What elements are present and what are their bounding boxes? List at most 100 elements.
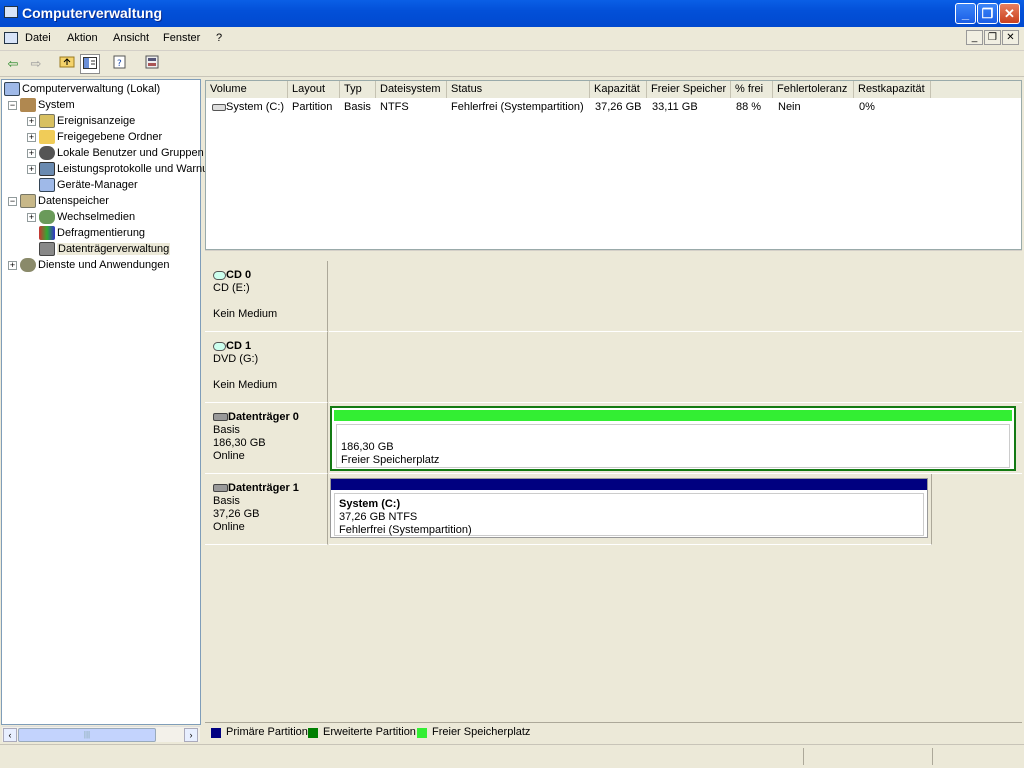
cell-kapazitaet: 37,26 GB	[595, 101, 642, 113]
child-minimize-button[interactable]: _	[966, 30, 983, 45]
tree-horizontal-scrollbar[interactable]: ‹ ||| ›	[2, 726, 200, 742]
col-header-typ[interactable]: Typ	[340, 81, 376, 98]
tree-item-freigegebene-label: Freigegebene Ordner	[57, 131, 163, 143]
tree-item-dienste[interactable]: Dienste und Anwendungen	[20, 257, 170, 273]
disk1-type: Basis	[213, 495, 240, 507]
disk0-free-bar	[334, 410, 1012, 421]
tree-item-wechselmedien-label: Wechselmedien	[57, 211, 136, 223]
console-tree: Computerverwaltung (Lokal) − System + Er…	[1, 79, 233, 725]
collapse-system-icon[interactable]: −	[8, 101, 17, 110]
cd1-name: CD 1	[226, 340, 252, 352]
scroll-left-icon[interactable]: ‹	[3, 728, 17, 742]
maximize-button[interactable]: ❐	[977, 3, 998, 24]
col-header-dateisystem[interactable]: Dateisystem	[376, 81, 447, 98]
tree-item-root[interactable]: Computerverwaltung (Lokal)	[4, 81, 160, 97]
tree-item-freigegebene-ordner[interactable]: Freigegebene Ordner	[39, 129, 162, 145]
tree-item-datenspeicher[interactable]: Datenspeicher	[20, 193, 109, 209]
tree-item-ereignisanzeige-label: Ereignisanzeige	[57, 115, 136, 127]
properties-icon[interactable]: ?	[110, 54, 130, 74]
expand-dienste-icon[interactable]: +	[8, 261, 17, 270]
tree-item-root-label: Computerverwaltung (Lokal)	[22, 83, 161, 95]
status-segment-2	[932, 748, 1022, 765]
dvd-drive-icon	[213, 341, 226, 351]
disk-label-cd1[interactable]: CD 1 DVD (G:) Kein Medium	[205, 332, 328, 403]
tree-item-defrag-label: Defragmentierung	[57, 227, 146, 239]
disk0-area: 186,30 GB Freier Speicherplatz	[329, 403, 1022, 474]
disk1-partition-c[interactable]: System (C:) 37,26 GB NTFS Fehlerfrei (Sy…	[330, 478, 928, 538]
scroll-thumb[interactable]: |||	[18, 728, 156, 742]
tree-item-system[interactable]: System	[20, 97, 75, 113]
forward-icon[interactable]: ⇨	[26, 54, 46, 74]
disk-label-disk0[interactable]: Datenträger 0 Basis 186,30 GB Online	[205, 403, 328, 474]
cell-dateisystem: NTFS	[380, 101, 409, 113]
col-header-prozent-frei[interactable]: % frei	[731, 81, 773, 98]
child-close-button[interactable]: ✕	[1002, 30, 1019, 45]
show-hide-tree-icon[interactable]	[80, 54, 100, 74]
device-manager-icon	[39, 178, 55, 193]
col-header-filler	[931, 81, 1021, 98]
menu-ansicht[interactable]: Ansicht	[113, 32, 149, 44]
disk0-partition-free[interactable]: 186,30 GB Freier Speicherplatz	[330, 406, 1016, 471]
disk1-area: System (C:) 37,26 GB NTFS Fehlerfrei (Sy…	[329, 474, 932, 545]
services-icon	[20, 258, 36, 273]
disk-label-disk1[interactable]: Datenträger 1 Basis 37,26 GB Online	[205, 474, 328, 545]
tree-item-dienste-label: Dienste und Anwendungen	[38, 259, 170, 271]
child-restore-button[interactable]: ❐	[984, 30, 1001, 45]
tree-item-leistungsprotokolle[interactable]: Leistungsprotokolle und Warnungen	[39, 161, 233, 177]
col-header-layout[interactable]: Layout	[288, 81, 340, 98]
expand-wechselmedien-icon[interactable]: +	[27, 213, 36, 222]
tree-item-defragmentierung[interactable]: Defragmentierung	[39, 225, 145, 241]
help-topic-icon[interactable]	[142, 54, 162, 74]
col-header-fehlertoleranz[interactable]: Fehlertoleranz	[773, 81, 854, 98]
cell-layout: Partition	[292, 101, 333, 113]
app-icon	[4, 6, 18, 18]
back-icon[interactable]: ⇦	[3, 54, 23, 74]
col-header-kapazitaet[interactable]: Kapazität	[590, 81, 647, 98]
disk0-name: Datenträger 0	[228, 411, 299, 423]
cd-drive-icon	[213, 270, 226, 280]
disk0-type: Basis	[213, 424, 240, 436]
disk1-part-size: 37,26 GB NTFS	[339, 511, 418, 523]
cell-status: Fehlerfrei (Systempartition)	[451, 101, 584, 113]
menu-fenster[interactable]: Fenster	[163, 32, 200, 44]
disk-graphical-view: CD 0 CD (E:) Kein Medium CD 1 DVD (G:) K…	[205, 258, 1022, 720]
tree-item-datentraeger-label: Datenträgerverwaltung	[57, 243, 171, 255]
tree-item-datentraegerverwaltung[interactable]: Datenträgerverwaltung	[39, 241, 171, 257]
expand-leistung-icon[interactable]: +	[27, 165, 36, 174]
tree-item-lokale-benutzer[interactable]: Lokale Benutzer und Gruppen	[39, 145, 204, 161]
pane-splitter[interactable]	[205, 250, 1022, 258]
cd0-area	[329, 261, 1022, 332]
tree-item-ereignisanzeige[interactable]: Ereignisanzeige	[39, 113, 135, 129]
disk0-size: 186,30 GB	[213, 437, 266, 449]
tree-item-wechselmedien[interactable]: Wechselmedien	[39, 209, 135, 225]
tree-item-geraete-manager[interactable]: Geräte-Manager	[39, 177, 138, 193]
menu-datei[interactable]: Datei	[25, 32, 51, 44]
disk1-state: Online	[213, 521, 245, 533]
legend-extended-swatch	[308, 728, 318, 738]
disk-label-cd0[interactable]: CD 0 CD (E:) Kein Medium	[205, 261, 328, 332]
close-button[interactable]: ✕	[999, 3, 1020, 24]
cell-freier-speicher: 33,11 GB	[652, 101, 698, 113]
expand-freigegebene-icon[interactable]: +	[27, 133, 36, 142]
cell-prozent-frei: 88 %	[736, 101, 762, 113]
col-header-restkapazitaet[interactable]: Restkapazität	[854, 81, 931, 98]
tree-item-datenspeicher-label: Datenspeicher	[38, 195, 109, 207]
disk1-primary-bar	[331, 479, 927, 490]
expand-ereignisanzeige-icon[interactable]: +	[27, 117, 36, 126]
menu-app-icon[interactable]	[4, 32, 18, 44]
collapse-datenspeicher-icon[interactable]: −	[8, 197, 17, 206]
minimize-button[interactable]: _	[955, 3, 976, 24]
cell-restkapazitaet: 0%	[859, 101, 875, 113]
menu-help[interactable]: ?	[216, 32, 222, 44]
up-folder-icon[interactable]	[57, 54, 77, 74]
col-header-status[interactable]: Status	[447, 81, 590, 98]
menu-aktion[interactable]: Aktion	[67, 32, 98, 44]
volume-list: Volume Layout Typ Dateisystem Status Kap…	[205, 80, 1022, 250]
cd1-area	[329, 332, 1022, 403]
col-header-volume[interactable]: Volume	[206, 81, 288, 98]
scroll-right-icon[interactable]: ›	[184, 728, 198, 742]
col-header-freier-speicher[interactable]: Freier Speicher	[647, 81, 731, 98]
hard-disk-icon	[213, 413, 228, 422]
users-icon	[39, 146, 55, 161]
expand-benutzer-icon[interactable]: +	[27, 149, 36, 158]
